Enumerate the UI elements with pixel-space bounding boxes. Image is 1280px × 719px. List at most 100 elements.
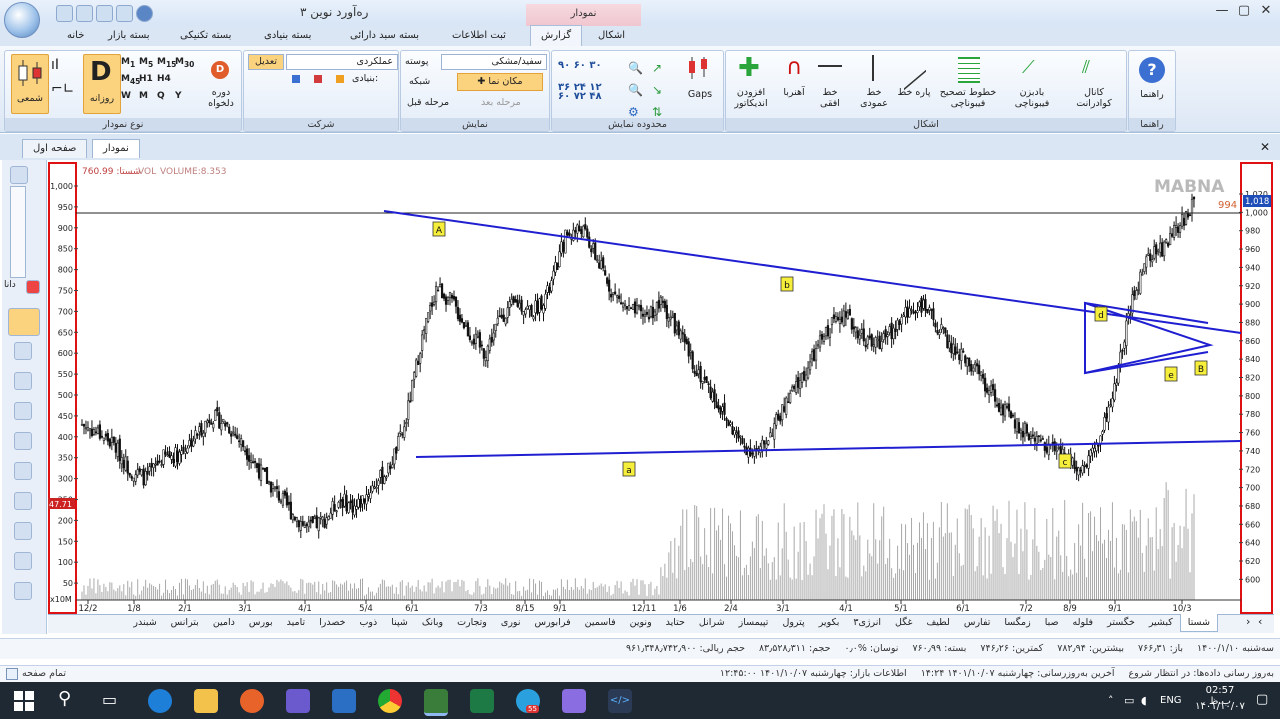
stock-tab[interactable]: شرانل	[692, 614, 732, 632]
edge-icon[interactable]	[148, 689, 172, 713]
hline-icon[interactable]	[818, 65, 842, 67]
skin-select[interactable]: سفید/مشکی	[441, 54, 547, 70]
app-menu-button[interactable]	[4, 2, 40, 38]
tool-active-icon[interactable]	[8, 308, 40, 336]
chart-area[interactable]: 1,000 950 900 850 800 750 700 650 600 550 500 450 40…	[48, 162, 1274, 614]
stock-tab[interactable]: ذوب	[352, 614, 384, 632]
scroll-right-icon[interactable]: ›	[1246, 615, 1250, 628]
mail-icon[interactable]	[332, 689, 356, 713]
stock-tab[interactable]: نوری	[494, 614, 528, 632]
stock-tab[interactable]: شستا	[1179, 614, 1218, 632]
segment-label[interactable]: پاره خط	[894, 87, 934, 98]
close-doc-icon[interactable]: ✕	[1260, 140, 1270, 154]
add-indicator-icon[interactable]: ✚	[738, 55, 764, 81]
tray-up-icon[interactable]: ˄	[1108, 694, 1114, 707]
fib-retracement-icon[interactable]	[958, 57, 980, 83]
task-view-icon[interactable]: ▭	[102, 690, 117, 709]
wave-label-c[interactable]: c	[1063, 458, 1068, 468]
fund-icon-1[interactable]	[292, 75, 300, 83]
vline-icon[interactable]	[872, 55, 874, 81]
tab-market[interactable]: بسته بازار	[98, 26, 160, 46]
tool-icon-6[interactable]	[14, 522, 32, 540]
fund-icon-2[interactable]	[314, 75, 322, 83]
rahavard-app-icon[interactable]	[424, 689, 448, 716]
range-values-2[interactable]: ۶۰ ۷۲ ۴۸	[558, 91, 622, 102]
fib-retracement-label[interactable]: خطوط تصحیح فیبوناچی	[936, 87, 1000, 109]
stock-tab[interactable]: تفارس	[957, 614, 998, 632]
close-indicator-icon[interactable]	[26, 280, 40, 294]
tab-data-entry[interactable]: ثبت اطلاعات	[442, 26, 516, 46]
help-label[interactable]: راهنما	[1129, 89, 1175, 100]
wave-label-B[interactable]: B	[1198, 365, 1204, 375]
help-icon[interactable]: ?	[1139, 57, 1165, 83]
magnet-icon[interactable]: ∩	[782, 55, 806, 81]
stock-tab[interactable]: فلوله	[1066, 614, 1101, 632]
candle-button[interactable]: شمعی	[11, 54, 49, 114]
stock-tab[interactable]: حتاید	[659, 614, 692, 632]
tab-home[interactable]: خانه	[57, 26, 94, 46]
tool-icon-3[interactable]	[14, 402, 32, 420]
quadrant-label[interactable]: کانال کوادرانت	[1066, 87, 1122, 109]
paint-icon[interactable]	[562, 689, 586, 713]
stock-tab[interactable]: بترانس	[164, 614, 206, 632]
network-icon[interactable]: ▭	[1124, 694, 1134, 707]
tool-icon-5[interactable]	[14, 462, 32, 480]
stock-tab[interactable]: شبندر	[126, 614, 163, 632]
custom-period-icon[interactable]: D	[205, 57, 237, 81]
stock-tab[interactable]: فرابورس	[527, 614, 577, 632]
save-icon[interactable]	[56, 5, 73, 22]
line-type-icon[interactable]: ⌐∟	[51, 81, 74, 97]
stock-tab[interactable]: زمگسا	[997, 614, 1037, 632]
tab-fundamental[interactable]: بسته بنیادی	[254, 26, 321, 46]
quadrant-icon[interactable]: ⫽	[1082, 57, 1090, 78]
preview-icon[interactable]	[96, 5, 113, 22]
zoom-slider[interactable]	[10, 186, 26, 278]
stock-tab[interactable]: دامین	[206, 614, 242, 632]
firefox-icon[interactable]	[240, 689, 264, 713]
wave-label-e[interactable]: e	[1168, 371, 1174, 381]
stock-tab[interactable]: فاسمین	[578, 614, 623, 632]
add-indicator-label[interactable]: افزودن اندیکاتور	[728, 87, 774, 109]
grid-toggle[interactable]: شبکه	[409, 76, 430, 87]
magnet-label[interactable]: آهنربا	[776, 87, 812, 98]
stock-tab[interactable]: خصدرا	[312, 614, 352, 632]
stock-tab[interactable]: لطیف	[919, 614, 956, 632]
stock-tab[interactable]: کبشیر	[1142, 614, 1180, 632]
scroll-left-icon[interactable]: ‹	[1258, 615, 1262, 628]
stock-tab[interactable]: انرژی۳	[846, 614, 888, 632]
stock-tab[interactable]: غگل	[888, 614, 919, 632]
stock-tab[interactable]: خگستر	[1100, 614, 1142, 632]
heart-icon[interactable]	[14, 552, 32, 570]
search-icon[interactable]: ⚲	[58, 688, 71, 709]
settings-icon[interactable]	[116, 5, 133, 22]
next-step-button[interactable]: مرحله بعد	[481, 97, 521, 108]
excel-tool-icon[interactable]	[14, 582, 32, 600]
stock-tab[interactable]: پترول	[775, 614, 811, 632]
volume-icon[interactable]: ◖	[1141, 694, 1147, 707]
stock-tab[interactable]: تامید	[280, 614, 312, 632]
stock-tab[interactable]: بکویر	[812, 614, 847, 632]
tab-technical[interactable]: بسته تکنیکی	[170, 26, 241, 46]
stock-tab[interactable]: ونوین	[623, 614, 659, 632]
hline-label[interactable]: خط افقی	[814, 87, 846, 109]
bar-type-icon[interactable]: ıI	[51, 57, 59, 73]
stock-tab[interactable]: بورس	[242, 614, 280, 632]
fib-tool-icon[interactable]	[14, 492, 32, 510]
stock-tab[interactable]: تپیمساز	[732, 614, 776, 632]
zoom-icons[interactable]: 🔍 🔍 ⚙	[628, 57, 643, 123]
fund-icon-3[interactable]	[336, 75, 344, 83]
fullscreen-label[interactable]: تمام صفحه	[22, 668, 66, 679]
trend-icons[interactable]: ↗ ↘ ⇅	[652, 57, 662, 123]
notification-icon[interactable]: ▢	[1256, 692, 1268, 707]
chrome-icon[interactable]	[378, 689, 402, 713]
wave-label-A[interactable]: A	[436, 226, 443, 236]
wave-label-a[interactable]: a	[626, 466, 632, 476]
windows-start-icon[interactable]	[14, 691, 34, 711]
fullscreen-icon[interactable]	[6, 668, 18, 680]
fib-fan-icon[interactable]: ⟋	[1022, 57, 1035, 78]
clock-date[interactable]: ۱۴۰۱/۱۰/۰۷	[1194, 701, 1246, 712]
stock-tab[interactable]: شپنا	[384, 614, 415, 632]
performance-select[interactable]: عملکردی	[286, 54, 398, 70]
tool-icon-1[interactable]	[14, 342, 32, 360]
stock-tab[interactable]: وبانک	[415, 614, 450, 632]
